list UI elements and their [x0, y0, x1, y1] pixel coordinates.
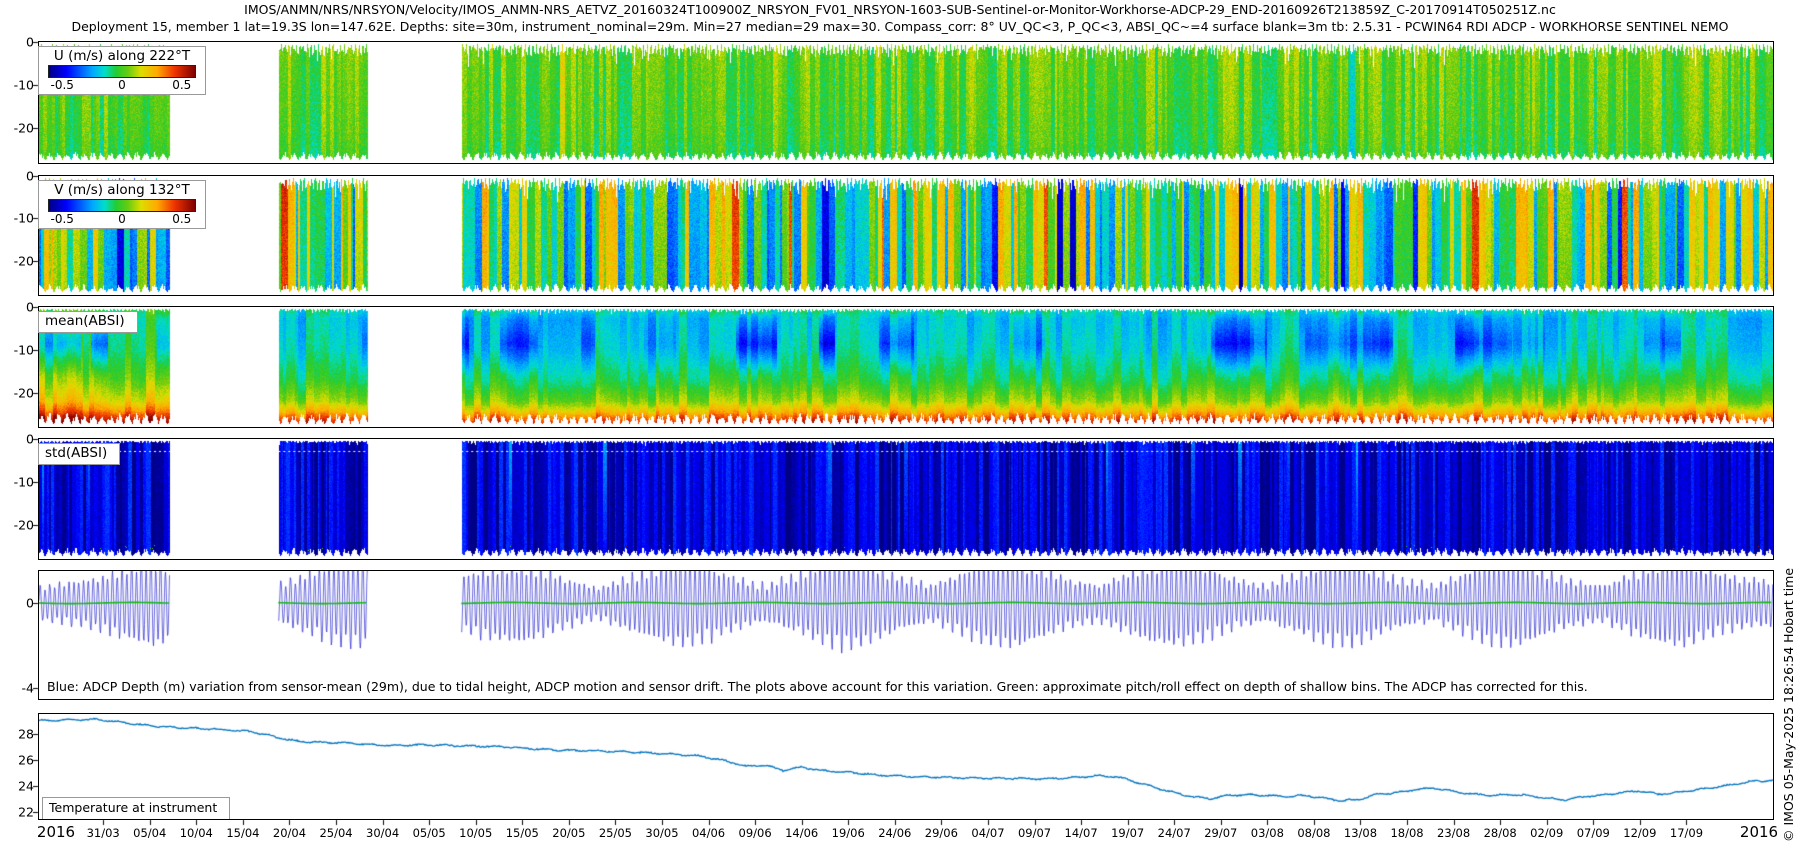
colorbar-tick: 0: [118, 212, 126, 226]
x-tick-label: 02/09: [1530, 826, 1563, 840]
colorbar: [48, 65, 196, 78]
colorbar-legend-u: U (m/s) along 222°T -0.5 0 0.5: [38, 46, 206, 95]
heatmap-canvas-v: [39, 176, 1773, 295]
x-tick-label: 28/08: [1484, 826, 1517, 840]
x-tick-label: 29/06: [925, 826, 958, 840]
colorbar-tick: -0.5: [51, 78, 74, 92]
y-tick-label: 26: [0, 752, 34, 767]
x-tick-label: 31/03: [87, 826, 120, 840]
x-axis: 2016 2016 31/03 05/04 10/04 15/04 20/04 25/04…: [0, 822, 1800, 846]
x-tick-label: 08/08: [1297, 826, 1330, 840]
x-tick-label: 14/07: [1065, 826, 1098, 840]
x-tick-label: 20/04: [273, 826, 306, 840]
panel-v-velocity: V (m/s) along 132°T -0.5 0 0.5: [38, 175, 1774, 296]
figure-subtitle: Deployment 15, member 1 lat=19.3S lon=14…: [0, 19, 1800, 34]
x-tick-label: 07/09: [1577, 826, 1610, 840]
x-tick-label: 10/04: [180, 826, 213, 840]
y-tick-label: -20: [0, 253, 34, 268]
x-tick-label: 23/08: [1437, 826, 1470, 840]
colorbar-tick-labels: -0.5 0 0.5: [39, 78, 205, 94]
x-tick-label: 30/05: [645, 826, 678, 840]
y-tick-label: -10: [0, 342, 34, 357]
y-tick-label: -20: [0, 385, 34, 400]
panel-u-velocity: U (m/s) along 222°T -0.5 0 0.5: [38, 41, 1774, 164]
figure-root: IMOS/ANMN/NRS/NRSYON/Velocity/IMOS_ANMN-…: [0, 0, 1800, 850]
x-tick-label: 05/04: [133, 826, 166, 840]
colorbar: [48, 199, 196, 212]
x-tick-label: 20/05: [552, 826, 585, 840]
x-tick-label: 25/05: [599, 826, 632, 840]
panel-label-std-absi: std(ABSI): [38, 443, 120, 465]
y-tick-label: -20: [0, 517, 34, 532]
colorbar-tick-labels: -0.5 0 0.5: [39, 212, 205, 228]
y-tick-label: 22: [0, 805, 34, 820]
y-tick-label: 0: [0, 432, 34, 447]
x-tick-label: 30/04: [366, 826, 399, 840]
x-tick-label: 05/05: [413, 826, 446, 840]
colorbar-legend-v: V (m/s) along 132°T -0.5 0 0.5: [38, 180, 206, 229]
panel-std-absi: std(ABSI): [38, 438, 1774, 560]
line-canvas-temperature: [39, 714, 1773, 819]
y-tick-label: -20: [0, 121, 34, 136]
y-tick-label: 24: [0, 779, 34, 794]
x-tick-label: 09/07: [1018, 826, 1051, 840]
y-tick-label: -10: [0, 474, 34, 489]
x-tick-label: 15/04: [226, 826, 259, 840]
colorbar-tick: 0.5: [172, 78, 191, 92]
figure-title: IMOS/ANMN/NRS/NRSYON/Velocity/IMOS_ANMN-…: [0, 2, 1800, 17]
panel-depth-variation: Blue: ADCP Depth (m) variation from sens…: [38, 570, 1774, 700]
x-axis-year-left: 2016: [37, 823, 75, 841]
y-tick-label: -4: [0, 681, 34, 696]
x-tick-label: 25/04: [319, 826, 352, 840]
legend-title: U (m/s) along 222°T: [39, 47, 205, 64]
x-tick-label: 17/09: [1670, 826, 1703, 840]
x-axis-year-right: 2016: [1740, 823, 1778, 841]
x-tick-label: 13/08: [1344, 826, 1377, 840]
temperature-label: Temperature at instrument: [42, 797, 230, 819]
y-tick-label: -10: [0, 78, 34, 93]
imos-watermark: © IMOS 05-May-2025 18:26:54 Hobart time: [1781, 568, 1796, 842]
x-tick-label: 24/06: [878, 826, 911, 840]
x-tick-label: 14/06: [785, 826, 818, 840]
colorbar-tick: 0.5: [172, 212, 191, 226]
x-tick-label: 15/05: [506, 826, 539, 840]
x-tick-label: 10/05: [459, 826, 492, 840]
heatmap-canvas-u: [39, 42, 1773, 163]
x-tick-label: 09/06: [739, 826, 772, 840]
panel-mean-absi: mean(ABSI): [38, 306, 1774, 428]
x-tick-label: 04/07: [971, 826, 1004, 840]
colorbar-tick: -0.5: [51, 212, 74, 226]
legend-title: V (m/s) along 132°T: [39, 181, 205, 198]
heatmap-canvas-std-absi: [39, 439, 1773, 559]
x-tick-label: 29/07: [1204, 826, 1237, 840]
x-tick-label: 03/08: [1251, 826, 1284, 840]
heatmap-canvas-mean-absi: [39, 307, 1773, 427]
x-tick-label: 19/06: [832, 826, 865, 840]
y-tick-label: 0: [0, 300, 34, 315]
panel-temperature: Temperature at instrument: [38, 713, 1774, 820]
x-tick-label: 18/08: [1390, 826, 1423, 840]
x-tick-label: 04/06: [692, 826, 725, 840]
x-tick-label: 12/09: [1623, 826, 1656, 840]
y-tick-label: 28: [0, 726, 34, 741]
x-tick-label: 19/07: [1111, 826, 1144, 840]
panel-label-mean-absi: mean(ABSI): [38, 311, 138, 333]
x-tick-label: 24/07: [1158, 826, 1191, 840]
depth-variation-annotation: Blue: ADCP Depth (m) variation from sens…: [47, 679, 1588, 694]
y-tick-label: 0: [0, 169, 34, 184]
y-tick-label: 0: [0, 596, 34, 611]
y-tick-label: 0: [0, 35, 34, 50]
colorbar-tick: 0: [118, 78, 126, 92]
y-tick-label: -10: [0, 211, 34, 226]
